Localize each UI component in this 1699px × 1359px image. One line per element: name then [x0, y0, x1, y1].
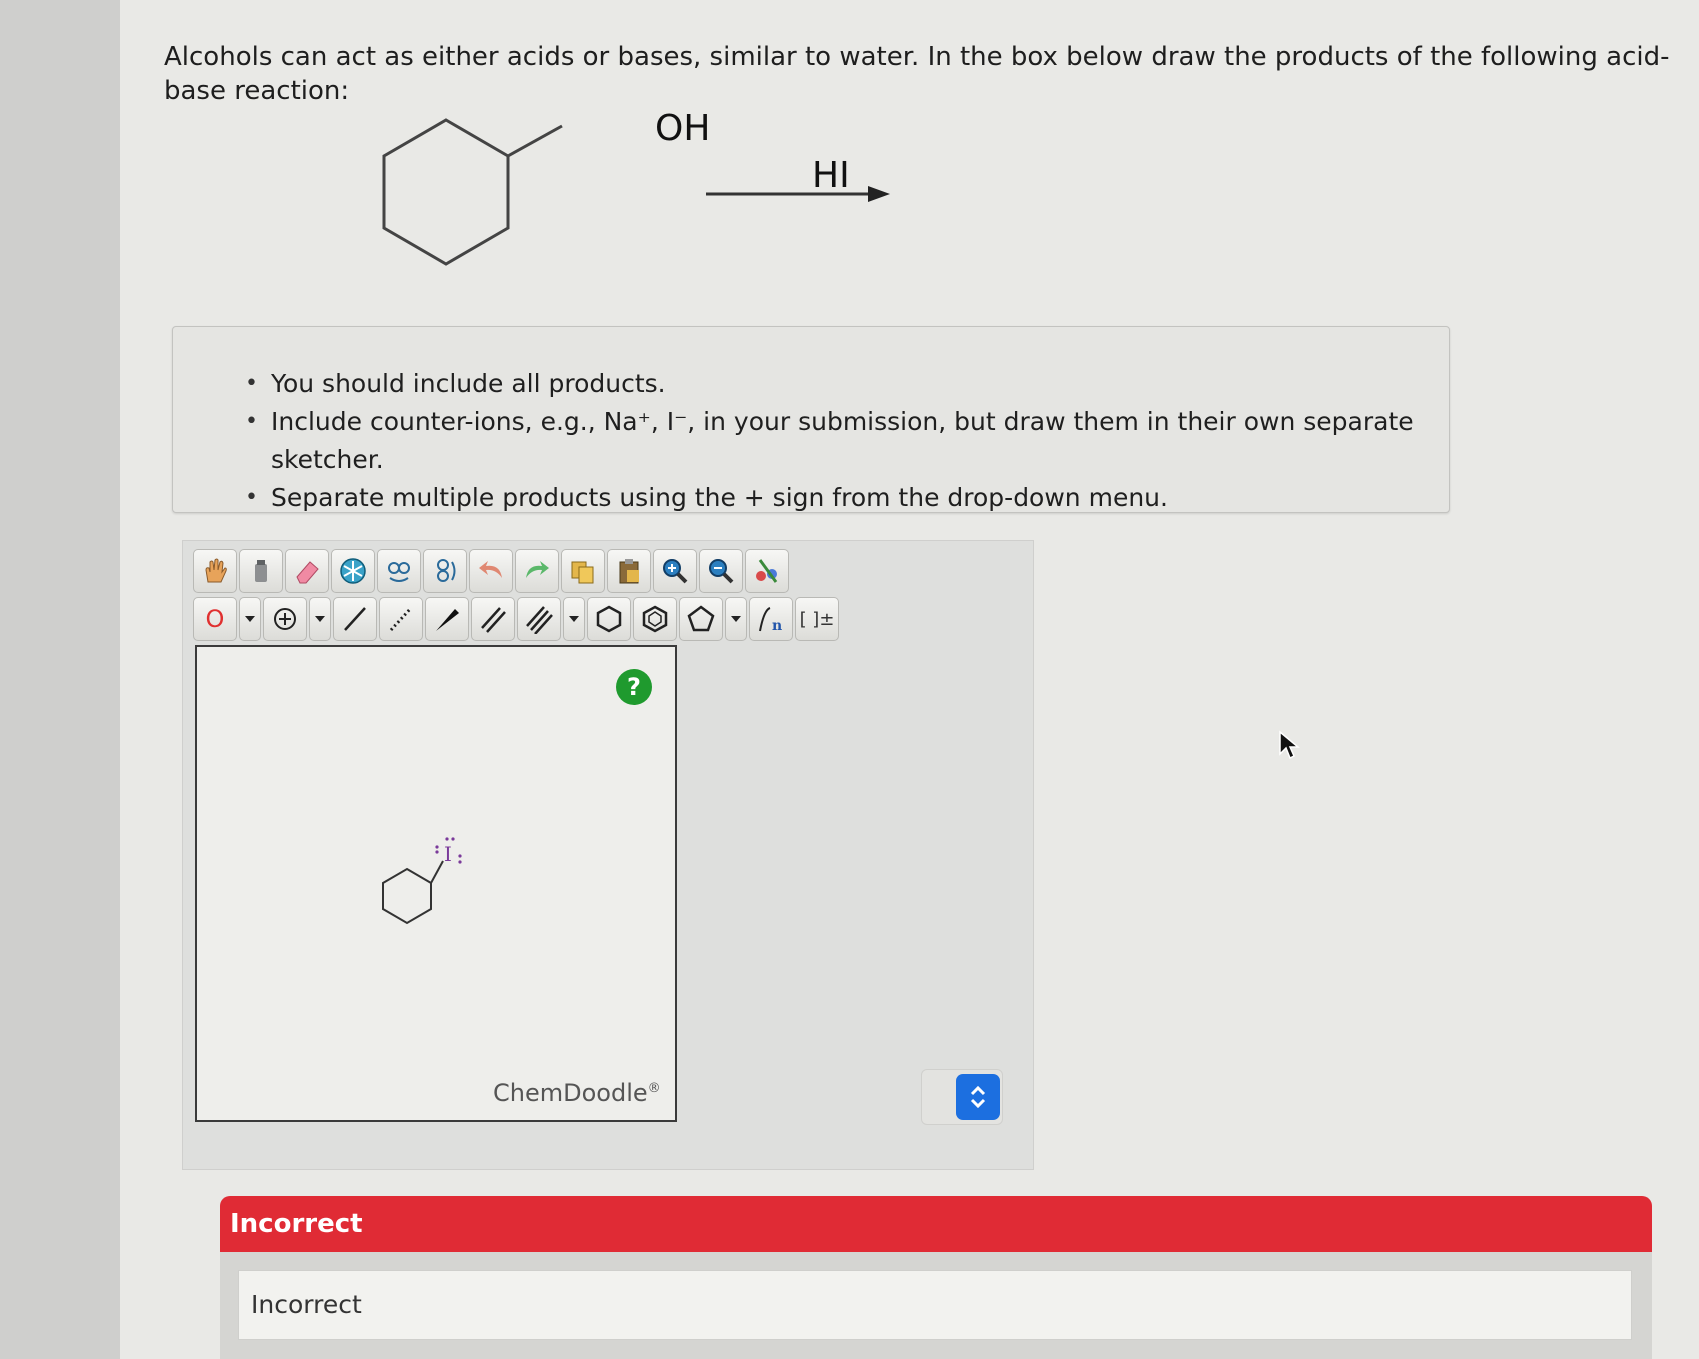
zoom-in-button[interactable] [653, 549, 697, 593]
eraser-tool-button[interactable] [285, 549, 329, 593]
instruction-item: You should include all products. [245, 365, 1449, 403]
double-bond-icon [481, 607, 506, 633]
lone-pair-dot [445, 837, 449, 841]
drawn-bond [430, 860, 444, 884]
feedback-message: Incorrect [238, 1270, 1632, 1340]
help-button[interactable]: ? [616, 669, 652, 705]
drawn-ring [382, 867, 432, 925]
up-down-chevron-icon [970, 1085, 986, 1109]
charge-plus-button[interactable] [263, 597, 307, 641]
hashed-bond-icon [389, 606, 413, 632]
clean-tool-button[interactable] [331, 549, 375, 593]
lasso-tool-button[interactable] [239, 549, 283, 593]
pentagon-icon [687, 605, 715, 632]
toolbar-row-bottom: O n []± [193, 597, 839, 641]
triple-bond-button[interactable] [517, 597, 561, 641]
reaction-scheme: OH HI [320, 100, 1020, 300]
element-oxygen-button[interactable]: O [193, 597, 237, 641]
redo-icon [526, 561, 549, 578]
left-sidebar [0, 0, 121, 1359]
chevron-down-icon [569, 616, 579, 622]
question-text: Alcohols can act as either acids or base… [164, 42, 1670, 106]
product-selector[interactable] [921, 1069, 1003, 1125]
lasso-icon [255, 560, 267, 582]
chemdoodle-brand: ChemDoodle® [493, 1079, 661, 1107]
chevron-down-icon [731, 616, 741, 622]
reagent-label: HI [812, 155, 850, 196]
oh-bond [507, 124, 563, 158]
svg-text:n: n [772, 618, 782, 634]
element-label: O [205, 605, 225, 633]
registered-mark: ® [647, 1081, 661, 1096]
wedge-bond-button[interactable] [425, 597, 469, 641]
flip-vertical-button[interactable] [423, 549, 467, 593]
zoom-out-icon [709, 559, 734, 584]
flip-horizontal-icon [388, 562, 410, 582]
question-page: Alcohols can act as either acids or base… [120, 0, 1699, 1359]
instructions-list: You should include all products. Include… [173, 327, 1449, 517]
chevron-down-icon [245, 616, 255, 622]
flip-vertical-icon [437, 559, 456, 582]
flip-horizontal-button[interactable] [377, 549, 421, 593]
hand-tool-button[interactable] [193, 549, 237, 593]
zoom-in-icon [663, 559, 688, 584]
templates-icon [756, 559, 778, 583]
hexagon-icon [596, 605, 622, 633]
benzene-button[interactable] [633, 597, 677, 641]
cyclohexane-ring [382, 118, 510, 266]
lone-pair-dot [458, 860, 462, 864]
bracket-charge-button[interactable]: [ ]± [795, 597, 839, 641]
benzene-icon [642, 605, 668, 633]
charge-dropdown-button[interactable] [309, 597, 331, 641]
single-bond-icon [344, 607, 366, 631]
instructions-box: You should include all products. Include… [172, 326, 1450, 517]
oh-label: OH [655, 108, 711, 149]
cyclohexane-button[interactable] [587, 597, 631, 641]
zoom-out-button[interactable] [699, 549, 743, 593]
feedback-panel: Incorrect Incorrect [220, 1196, 1652, 1359]
toolbar-row-top [193, 549, 789, 593]
chain-icon: n [759, 607, 782, 634]
paste-button[interactable] [607, 549, 651, 593]
clipboard-icon [619, 559, 639, 584]
drawn-molecule: I [382, 837, 462, 925]
wedge-bond-icon [436, 609, 459, 631]
brand-name: ChemDoodle [493, 1079, 648, 1107]
single-bond-button[interactable] [333, 597, 377, 641]
element-dropdown-button[interactable] [239, 597, 261, 641]
lone-pair-dot [458, 854, 462, 858]
copy-button[interactable] [561, 549, 605, 593]
undo-icon [479, 561, 502, 578]
bracket-label: [ ]± [799, 608, 835, 630]
double-bond-button[interactable] [471, 597, 515, 641]
charge-plus-icon [274, 608, 296, 630]
bond-dropdown-button[interactable] [563, 597, 585, 641]
chain-tool-button[interactable]: n [749, 597, 793, 641]
selector-stepper-button[interactable] [956, 1074, 1000, 1120]
hand-icon [205, 558, 227, 583]
templates-button[interactable] [745, 549, 789, 593]
snowflake-icon [340, 558, 366, 584]
sketcher-canvas[interactable]: ? I ChemDoodle® [195, 645, 677, 1122]
cyclopentane-button[interactable] [679, 597, 723, 641]
chevron-down-icon [315, 616, 325, 622]
lone-pair-dot [451, 837, 455, 841]
drawn-atom-label: I [444, 842, 452, 866]
mouse-pointer-icon [1279, 730, 1300, 760]
lone-pair-dot [435, 850, 439, 854]
lone-pair-dot [435, 845, 439, 849]
hashed-bond-button[interactable] [379, 597, 423, 641]
undo-button[interactable] [469, 549, 513, 593]
ring-dropdown-button[interactable] [725, 597, 747, 641]
chemdoodle-sketcher: O n []± ? I ChemDoodle® [182, 540, 1034, 1170]
eraser-icon [296, 561, 319, 584]
redo-button[interactable] [515, 549, 559, 593]
feedback-header: Incorrect [220, 1196, 1652, 1252]
triple-bond-icon [526, 606, 553, 634]
reaction-arrow-head [868, 186, 890, 202]
copy-icon [571, 561, 594, 584]
instruction-item: Separate multiple products using the + s… [245, 479, 1449, 517]
instruction-item: Include counter-ions, e.g., Na⁺, I⁻, in … [245, 403, 1449, 479]
